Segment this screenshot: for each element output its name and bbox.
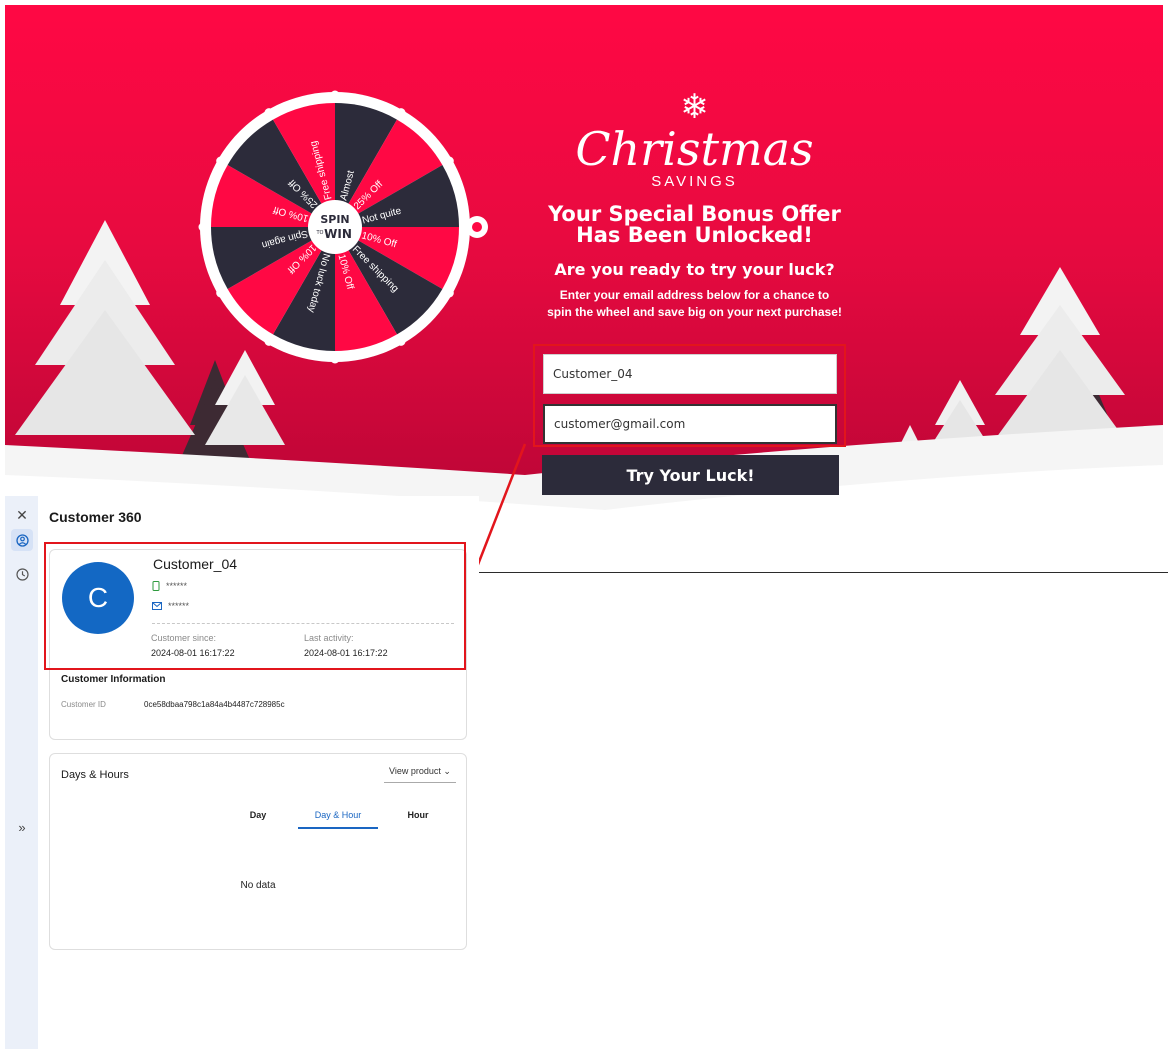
view-product-dropdown[interactable]: View product ⌄: [384, 766, 456, 783]
tab-bar: Day Day & Hour Hour: [218, 810, 458, 829]
customer-id-value: 0ce58dbaa798c1a84a4b4487c728985c: [144, 700, 285, 709]
since-value: 2024-08-01 16:17:22: [151, 648, 235, 658]
clock-icon[interactable]: [11, 563, 33, 585]
panel-title: Customer 360: [49, 509, 142, 525]
email-masked: ******: [168, 601, 190, 611]
phone-row: ******: [152, 581, 187, 591]
card-divider: [152, 623, 454, 624]
since-label: Customer since:: [151, 633, 217, 643]
avatar: C: [62, 562, 134, 634]
phone-masked: ******: [166, 581, 188, 591]
days-hours-title: Days & Hours: [61, 769, 129, 781]
customer-360-panel: ✕ » Customer 360 C Customer_04 ****** **…: [5, 496, 479, 1049]
customer-info-title: Customer Information: [61, 674, 166, 685]
customer-id-label: Customer ID: [61, 700, 106, 709]
mail-icon: [152, 602, 162, 610]
dropdown-label: View product: [389, 766, 441, 776]
profile-icon[interactable]: [11, 529, 33, 551]
customer-info-card: Customer Information Customer ID 0ce58db…: [49, 664, 467, 740]
no-data-text: No data: [240, 880, 276, 891]
phone-icon: [152, 581, 160, 591]
close-icon[interactable]: ✕: [11, 504, 33, 526]
tab-hour[interactable]: Hour: [378, 810, 458, 829]
days-hours-card: Days & Hours View product ⌄ Day Day & Ho…: [49, 753, 467, 950]
tab-day[interactable]: Day: [218, 810, 298, 829]
customer-card: C Customer_04 ****** ****** Customer sin…: [49, 549, 467, 669]
chevron-down-icon: ⌄: [443, 766, 451, 776]
last-activity-label: Last activity:: [304, 633, 354, 643]
side-rail: ✕ »: [5, 496, 38, 1049]
tab-day-hour[interactable]: Day & Hour: [298, 810, 378, 829]
email-row: ******: [152, 601, 189, 611]
customer-name: Customer_04: [153, 556, 238, 572]
last-activity-value: 2024-08-01 16:17:22: [304, 648, 388, 658]
expand-icon[interactable]: »: [11, 816, 33, 838]
